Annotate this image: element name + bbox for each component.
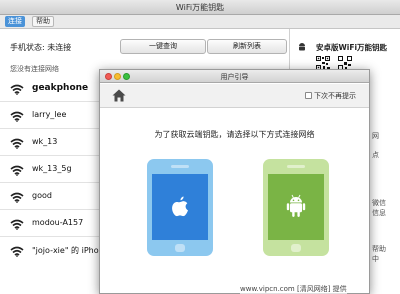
one-click-query-button[interactable]: 一键查询: [120, 39, 206, 54]
phone-status-text: 手机状态: 未连接: [10, 43, 72, 52]
dialog-title: 用户引导: [220, 73, 249, 81]
dialog-instruction: 为了获取云端钥匙，请选择以下方式连接网络: [154, 130, 315, 139]
phone-screen: [152, 174, 208, 240]
ios-connect-option[interactable]: [147, 159, 213, 256]
android-version-title: 安卓版WiFi万能钥匙: [316, 43, 388, 52]
sidebar-text-fragment: 帮助: [372, 245, 386, 253]
dont-show-again-checkbox[interactable]: [305, 92, 312, 99]
sidebar-text-fragment: 点: [372, 151, 379, 159]
phone-speaker: [171, 165, 189, 168]
main-toolbar: 连接 帮助: [0, 15, 400, 29]
network-subheading: 您没有连接网络: [10, 65, 59, 73]
home-icon[interactable]: [112, 89, 126, 102]
dont-show-again-label: 下次不再提示: [314, 92, 356, 100]
tab-connect[interactable]: 连接: [5, 16, 25, 27]
apple-icon: [172, 196, 188, 217]
network-ssid: modou-A157: [32, 218, 84, 227]
network-ssid: wk_13: [32, 137, 58, 146]
wifi-signal-icon: [10, 246, 24, 257]
refresh-list-button[interactable]: 刷新列表: [207, 39, 287, 54]
dialog-toolbar: 下次不再提示: [100, 84, 369, 108]
tab-help[interactable]: 帮助: [32, 16, 54, 27]
phone-speaker: [287, 165, 305, 168]
android-connect-option[interactable]: [263, 159, 329, 256]
wifi-signal-icon: [10, 219, 24, 230]
wifi-signal-icon: [10, 111, 24, 122]
network-ssid: geakphone: [32, 83, 89, 93]
window-titlebar: WiFi万能钥匙: [0, 0, 400, 15]
network-ssid: "jojo-xie" 的 iPho: [32, 246, 99, 255]
source-watermark: www.vipcn.com [清风网络] 提供: [240, 284, 347, 294]
sidebar-text-fragment: 信息: [372, 209, 386, 217]
wifi-signal-icon: [10, 138, 24, 149]
network-ssid: good: [32, 191, 52, 200]
android-robot-icon: [286, 194, 306, 217]
android-icon: [299, 43, 305, 51]
sidebar-text-fragment: 中: [372, 255, 379, 263]
dialog-titlebar: 用户引导: [100, 70, 369, 83]
sidebar-text-fragment: 网: [372, 132, 379, 140]
qr-code-icon[interactable]: [316, 56, 356, 70]
phone-screen: [268, 174, 324, 240]
network-ssid: larry_lee: [32, 110, 67, 119]
phone-home-button: [291, 244, 301, 252]
phone-home-button: [175, 244, 185, 252]
wifi-signal-icon: [10, 165, 24, 176]
window-title: WiFi万能钥匙: [175, 3, 225, 12]
network-ssid: wk_13_5g: [32, 164, 72, 173]
user-guide-dialog: 用户引导 下次不再提示 为了获取云端钥匙，请选择以下方式连接网络: [99, 69, 370, 294]
wifi-signal-icon: [10, 192, 24, 203]
sidebar-text-fragment: 微信: [372, 199, 386, 207]
wifi-signal-icon: [10, 84, 24, 95]
